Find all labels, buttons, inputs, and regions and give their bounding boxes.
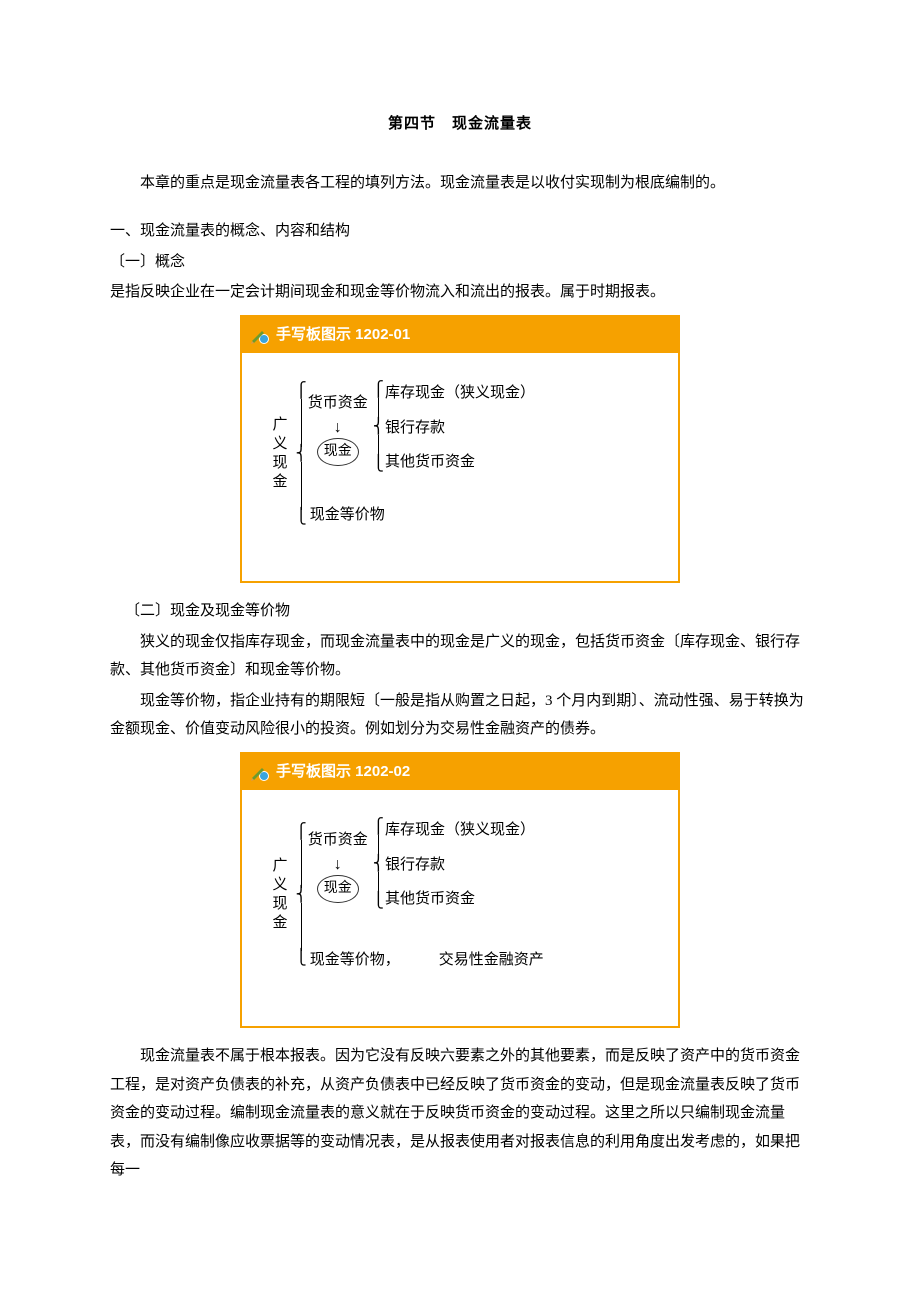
brace-icon	[373, 383, 384, 472]
panel-1-body: 广义现金 货币资金 ↓ 现金 库存现金（狭义现金） 银行存款	[242, 353, 678, 545]
pencil-icon	[250, 762, 270, 782]
panel-2-item-a: 库存现金（狭义现金）	[385, 816, 535, 845]
panel-2-title: 手写板图示 1202-02	[276, 758, 410, 787]
section-1-heading: 一、现金流量表的概念、内容和结构	[110, 217, 810, 246]
panel-1-equiv: 现金等价物	[310, 501, 385, 530]
pencil-icon	[250, 325, 270, 345]
section-1-sub1: 〔一〕概念	[110, 248, 810, 277]
handwriting-panel-1: 手写板图示 1202-01 广义现金 货币资金 ↓ 现金	[240, 315, 680, 584]
panel-2-header: 手写板图示 1202-02	[242, 754, 678, 791]
panel-1-header: 手写板图示 1202-01	[242, 317, 678, 354]
panel-1-vlabel: 广义现金	[264, 416, 293, 492]
section-1-p1: 是指反映企业在一定会计期间现金和现金等价物流入和流出的报表。属于时期报表。	[110, 278, 810, 307]
page-title: 第四节 现金流量表	[110, 110, 810, 139]
panel-1-cash: 现金	[317, 438, 359, 467]
arrow-down-icon: ↓	[334, 420, 342, 436]
panel-2-equiv: 现金等价物，	[310, 946, 400, 975]
panel-2-item-b: 银行存款	[385, 851, 535, 880]
brace-icon	[296, 384, 307, 525]
panel-1-title: 手写板图示 1202-01	[276, 321, 410, 350]
panel-2-money-fund: 货币资金	[308, 826, 368, 855]
panel-2-cash: 现金	[317, 875, 359, 904]
panel-1-item-a: 库存现金（狭义现金）	[385, 379, 535, 408]
handwriting-panel-2: 手写板图示 1202-02 广义现金 货币资金 ↓ 现金	[240, 752, 680, 1029]
tail-p1: 现金流量表不属于根本报表。因为它没有反映六要素之外的其他要素，而是反映了资产中的…	[110, 1042, 810, 1185]
intro-paragraph: 本章的重点是现金流量表各工程的填列方法。现金流量表是以收付实现制为根底编制的。	[110, 169, 810, 198]
arrow-down-icon: ↓	[334, 857, 342, 873]
brace-icon	[373, 820, 384, 909]
panel-2-item-c: 其他货币资金	[385, 885, 535, 914]
panel-2-extra: 交易性金融资产	[439, 946, 544, 975]
panel-1-money-fund: 货币资金	[308, 389, 368, 418]
section-2-p1: 狭义的现金仅指库存现金，而现金流量表中的现金是广义的现金，包括货币资金〔库存现金…	[110, 628, 810, 685]
panel-1-item-c: 其他货币资金	[385, 448, 535, 477]
section-2-p2: 现金等价物，指企业持有的期限短〔一般是指从购置之日起，3 个月内到期〕、流动性强…	[110, 687, 810, 744]
section-2-sub: 〔二〕现金及现金等价物	[110, 597, 810, 626]
brace-icon	[296, 825, 307, 966]
panel-2-vlabel: 广义现金	[264, 857, 293, 933]
panel-1-item-b: 银行存款	[385, 414, 535, 443]
panel-2-body: 广义现金 货币资金 ↓ 现金 库存现金（狭义现金） 银行存款	[242, 790, 678, 990]
